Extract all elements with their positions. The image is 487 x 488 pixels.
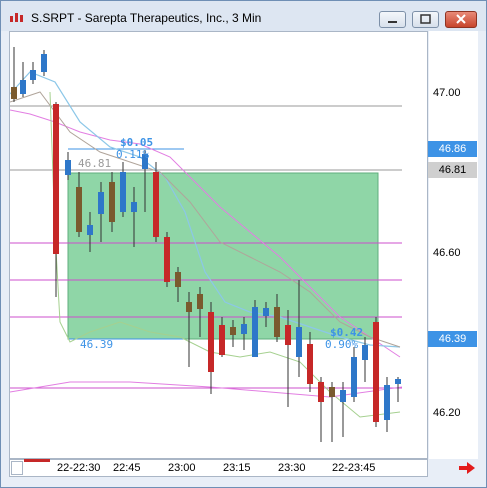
arrow-right-icon[interactable]: [458, 461, 476, 475]
price-tick: 47.00: [433, 87, 461, 99]
lower-pct-label: 0.90%: [325, 338, 359, 351]
maximize-button[interactable]: [412, 11, 439, 28]
app-icon: [10, 13, 23, 22]
close-icon: [456, 14, 466, 24]
upper-pct-label: 0.11%: [116, 148, 150, 161]
time-tick: 23:00: [168, 462, 196, 474]
lower-price-label: 46.39: [80, 338, 114, 351]
time-axis-left-box: [11, 461, 23, 475]
time-tick: 23:30: [278, 462, 306, 474]
price-badge-upper: 46.86: [428, 141, 477, 157]
price-chart[interactable]: [9, 31, 428, 459]
window-title: S.SRPT - Sarepta Therapeutics, Inc., 3 M…: [31, 11, 262, 25]
time-tick: 22-22:30: [57, 462, 101, 474]
maximize-icon: [420, 14, 431, 24]
time-tick: 22-23:45: [332, 462, 376, 474]
time-tick: 23:15: [223, 462, 251, 474]
time-tick: 22:45: [113, 462, 141, 474]
title-bar[interactable]: S.SRPT - Sarepta Therapeutics, Inc., 3 M…: [1, 1, 486, 31]
scroll-indicator: [24, 459, 50, 462]
minimize-icon: [388, 21, 397, 23]
upper-price-label: 46.81: [78, 157, 112, 170]
chart-canvas: [9, 47, 403, 442]
close-button[interactable]: [445, 11, 477, 28]
price-badge-gray: 46.81: [428, 162, 477, 178]
price-tick: 46.20: [433, 407, 461, 419]
price-badge-lower: 46.39: [428, 331, 477, 347]
minimize-button[interactable]: [379, 11, 406, 28]
price-tick: 46.60: [433, 247, 461, 259]
